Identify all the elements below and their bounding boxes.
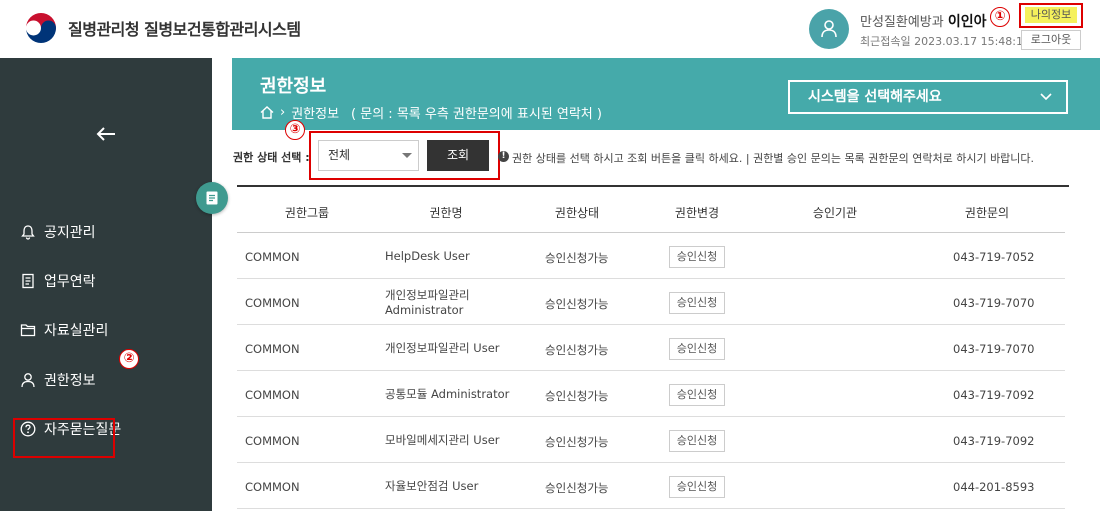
info-icon: ! bbox=[498, 151, 509, 162]
cell-group: COMMON bbox=[245, 250, 300, 264]
document-icon bbox=[22, 273, 34, 289]
annotation-3: ③ bbox=[285, 120, 305, 140]
annotation-2: ② bbox=[119, 349, 139, 369]
apply-button[interactable]: 승인신청 bbox=[669, 292, 725, 314]
cell-contact: 043-719-7070 bbox=[953, 342, 1035, 356]
cell-group: COMMON bbox=[245, 388, 300, 402]
avatar bbox=[809, 9, 849, 49]
user-icon bbox=[21, 373, 35, 388]
cell-name: HelpDesk User bbox=[385, 249, 470, 263]
apply-button[interactable]: 승인신청 bbox=[669, 430, 725, 452]
last-login: 최근접속일 2023.03.17 15:48:10 bbox=[860, 35, 1030, 48]
sidebar-item-label: 자료실관리 bbox=[44, 323, 109, 339]
column-header: 권한변경 bbox=[674, 206, 720, 220]
table-row: COMMON HelpDesk User 승인신청가능 승인신청 043-719… bbox=[237, 233, 1065, 279]
sidebar-item-label: 권한정보 bbox=[44, 373, 96, 389]
column-header: 권한명 bbox=[429, 206, 463, 220]
table-row: COMMON 개인정보파일관리 User 승인신청가능 승인신청 043-719… bbox=[237, 325, 1065, 371]
column-header: 권한상태 bbox=[554, 206, 600, 220]
chevron-down-icon bbox=[1040, 93, 1052, 101]
table-row: COMMON 개인정보파일관리 Administrator 승인신청가능 승인신… bbox=[237, 279, 1065, 325]
apply-button[interactable]: 승인신청 bbox=[669, 338, 725, 360]
filter-label: 권한 상태 선택 : bbox=[233, 151, 310, 164]
apply-button[interactable]: 승인신청 bbox=[669, 384, 725, 406]
sidebar-item-label: 업무연락 bbox=[44, 274, 96, 290]
left-arrow-icon[interactable] bbox=[96, 122, 116, 146]
permission-highlight bbox=[13, 418, 115, 458]
table-row: COMMON 모바일메세지관리 User 승인신청가능 승인신청 043-719… bbox=[237, 417, 1065, 463]
cell-status: 승인신청가능 bbox=[545, 297, 609, 311]
column-header: 권한문의 bbox=[964, 206, 1010, 220]
table-row: COMMON 자율보안점검 User 승인신청가능 승인신청 044-201-8… bbox=[237, 463, 1065, 509]
memo-fab-button[interactable] bbox=[196, 182, 228, 214]
sidebar-item-label: 공지관리 bbox=[44, 225, 96, 241]
user-info: 만성질환예방과 이인아 bbox=[860, 11, 987, 31]
cell-group: COMMON bbox=[245, 296, 300, 310]
apply-button[interactable]: 승인신청 bbox=[669, 476, 725, 498]
myinfo-button[interactable]: 나의정보 bbox=[1025, 7, 1077, 23]
cell-status: 승인신청가능 bbox=[545, 343, 609, 357]
top-header: 질병관리청 질병보건통합관리시스템 만성질환예방과 이인아 최근접속일 2023… bbox=[0, 0, 1100, 58]
sidebar-item-notice[interactable]: 공지관리 bbox=[20, 222, 96, 242]
caret-down-icon bbox=[402, 153, 412, 158]
sidebar-item-archive[interactable]: 자료실관리 bbox=[20, 320, 108, 340]
cell-status: 승인신청가능 bbox=[545, 389, 609, 403]
home-icon[interactable] bbox=[260, 106, 274, 119]
breadcrumb-separator: › bbox=[280, 105, 286, 120]
memo-icon bbox=[206, 191, 218, 205]
status-select[interactable]: 전체 bbox=[318, 140, 419, 171]
user-icon bbox=[821, 20, 837, 38]
sidebar-item-work-contact[interactable]: 업무연락 bbox=[20, 271, 96, 291]
cell-contact: 043-719-7092 bbox=[953, 388, 1035, 402]
cell-group: COMMON bbox=[245, 342, 300, 356]
column-header: 승인기관 bbox=[812, 206, 858, 220]
cell-contact: 043-719-7052 bbox=[953, 250, 1035, 264]
cell-contact: 043-719-7070 bbox=[953, 296, 1035, 310]
cell-contact: 043-719-7092 bbox=[953, 434, 1035, 448]
cell-group: COMMON bbox=[245, 434, 300, 448]
cell-contact: 044-201-8593 bbox=[953, 480, 1035, 494]
page-title: 권한정보 bbox=[260, 76, 327, 97]
cell-status: 승인신청가능 bbox=[545, 435, 609, 449]
app-title: 질병관리청 질병보건통합관리시스템 bbox=[68, 20, 301, 39]
search-button[interactable]: 조회 bbox=[427, 140, 489, 171]
status-select-value: 전체 bbox=[328, 148, 351, 162]
user-name: 이인아 bbox=[947, 14, 987, 30]
system-select[interactable]: 시스템을 선택해주세요 bbox=[788, 80, 1068, 114]
cell-status: 승인신청가능 bbox=[545, 251, 609, 265]
info-text: 권한 상태를 선택 하시고 조회 버튼을 클릭 하세요. | 권한별 승인 문의… bbox=[512, 152, 1035, 165]
cell-group: COMMON bbox=[245, 480, 300, 494]
column-header: 권한그룹 bbox=[284, 206, 330, 220]
breadcrumb-current[interactable]: 권한정보 bbox=[291, 103, 339, 122]
sidebar-item-permission[interactable]: 권한정보 bbox=[20, 370, 96, 390]
table-top-border bbox=[237, 185, 1069, 187]
folder-icon bbox=[20, 324, 36, 337]
sidebar: 공지관리 업무연락 자료실관리 권한정보 자주묻는질문 ② bbox=[0, 58, 212, 511]
logo-icon[interactable] bbox=[22, 9, 60, 47]
breadcrumb: › 권한정보 ( 문의 : 목록 우측 권한문의에 표시된 연락처 ) bbox=[260, 103, 602, 122]
breadcrumb-note: ( 문의 : 목록 우측 권한문의에 표시된 연락처 ) bbox=[351, 107, 602, 122]
apply-button[interactable]: 승인신청 bbox=[669, 246, 725, 268]
bell-icon bbox=[21, 225, 35, 240]
table-row: COMMON 공통모듈 Administrator 승인신청가능 승인신청 04… bbox=[237, 371, 1065, 417]
user-dept: 만성질환예방과 bbox=[860, 15, 944, 30]
logout-button[interactable]: 로그아웃 bbox=[1021, 30, 1081, 50]
cell-name: 개인정보파일관리 Administrator bbox=[385, 288, 470, 317]
title-bar: 권한정보 › 권한정보 ( 문의 : 목록 우측 권한문의에 표시된 연락처 )… bbox=[232, 58, 1100, 130]
cell-status: 승인신청가능 bbox=[545, 481, 609, 495]
annotation-1: ① bbox=[990, 7, 1010, 27]
system-select-value: 시스템을 선택해주세요 bbox=[808, 89, 942, 105]
